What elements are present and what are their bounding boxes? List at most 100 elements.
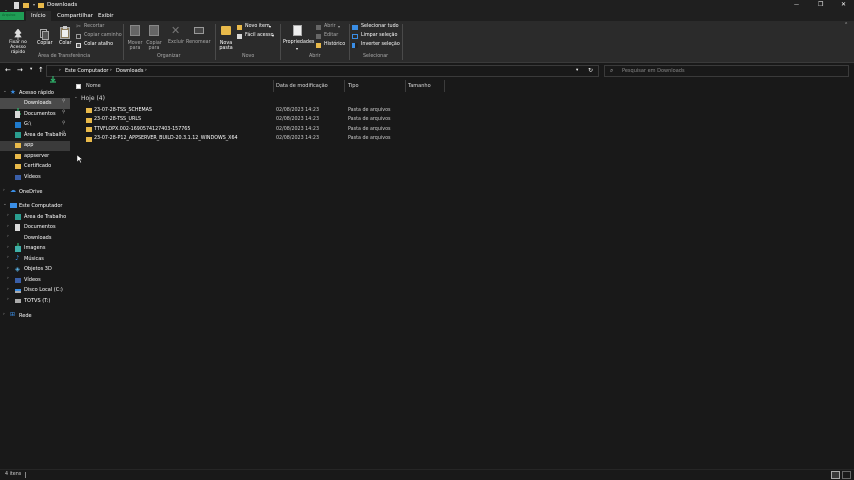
file-type: Pasta de arquivos bbox=[348, 136, 391, 141]
forward-button[interactable]: → bbox=[17, 67, 23, 74]
folder-icon bbox=[15, 143, 21, 148]
qat-dropdown-icon[interactable]: ▾ bbox=[33, 3, 35, 7]
select-all-checkbox[interactable] bbox=[76, 84, 81, 89]
refresh-icon[interactable]: ↻ bbox=[588, 68, 593, 74]
nav-item-desktop[interactable]: Área de Trabalho ⚲ bbox=[0, 130, 70, 141]
nav-item-label: Rede bbox=[19, 312, 32, 319]
table-row[interactable]: 23-07-28-TSS_URLS 02/08/2023 14:23 Pasta… bbox=[72, 116, 452, 126]
expand-chevron-icon[interactable]: › bbox=[7, 266, 9, 272]
up-button[interactable]: ↑ bbox=[38, 67, 44, 74]
table-row[interactable]: 23-07-28-TSS_SCHEMAS 02/08/2023 14:23 Pa… bbox=[72, 106, 452, 116]
nav-item-downloads[interactable]: Downloads ⚲ bbox=[0, 98, 70, 115]
search-box[interactable]: ⌕ Pesquisar em Downloads bbox=[604, 65, 849, 77]
expand-chevron-icon[interactable]: › bbox=[7, 276, 9, 282]
new-folder-qat-icon[interactable] bbox=[23, 3, 29, 8]
address-dropdown-icon[interactable]: ▾ bbox=[576, 68, 578, 74]
column-header-name[interactable]: Nome bbox=[86, 84, 101, 89]
collapse-chevron-icon[interactable]: ⌄ bbox=[74, 95, 78, 101]
properties-qat-icon[interactable] bbox=[14, 2, 19, 9]
nav-item-network[interactable]: › ⊞ Rede bbox=[0, 311, 70, 322]
nav-item-pc-videos[interactable]: › Vídeos bbox=[0, 275, 70, 286]
minimize-button[interactable]: — bbox=[794, 3, 799, 8]
breadcrumb-this-pc[interactable]: Este Computador bbox=[65, 69, 108, 74]
copy-path-button[interactable]: Copiar caminho bbox=[76, 33, 122, 41]
expand-chevron-icon[interactable]: › bbox=[7, 245, 9, 251]
nav-item-label: Certificado bbox=[24, 163, 52, 169]
folder-title-icon bbox=[38, 3, 44, 8]
column-header-size[interactable]: Tamanho bbox=[408, 84, 431, 89]
tab-view[interactable]: Exibir bbox=[98, 13, 114, 20]
expand-chevron-icon[interactable]: › bbox=[3, 188, 5, 194]
move-to-button[interactable]: Mover para bbox=[126, 24, 144, 54]
close-button[interactable]: ✕ bbox=[841, 2, 846, 8]
history-button[interactable]: Histórico bbox=[316, 42, 350, 50]
group-header-today[interactable]: ⌄ Hoje (4) bbox=[72, 94, 452, 104]
new-folder-button[interactable]: Nova pasta bbox=[218, 24, 234, 54]
breadcrumb-chevron-icon[interactable]: › bbox=[145, 68, 147, 74]
expand-chevron-icon[interactable]: › bbox=[7, 234, 9, 240]
large-icons-view-button[interactable] bbox=[842, 471, 851, 479]
properties-button[interactable]: Propriedades ▾ bbox=[283, 24, 314, 54]
new-item-button[interactable]: Novo item ▾ bbox=[237, 24, 277, 32]
column-header-type[interactable]: Tipo bbox=[348, 84, 359, 89]
nav-item-pc-downloads[interactable]: › Downloads bbox=[0, 233, 70, 250]
quick-access-item[interactable]: ⌄ ★ Acesso rápido bbox=[0, 88, 70, 98]
delete-button[interactable]: ✕ Excluir bbox=[167, 24, 185, 54]
open-button[interactable]: Abrir ▾ bbox=[316, 24, 346, 32]
nav-item-app[interactable]: app bbox=[0, 140, 70, 151]
file-name: 23-07-28-TSS_SCHEMAS bbox=[94, 107, 152, 113]
nav-item-pc-music[interactable]: › ♪ Músicas bbox=[0, 254, 70, 265]
move-to-label: Mover para bbox=[127, 41, 143, 52]
pin-quick-access-button[interactable]: Fixar no Acesso rápido bbox=[3, 24, 33, 55]
nav-item-certificado[interactable]: Certificado bbox=[0, 162, 70, 173]
nav-item-g-drive[interactable]: G:\ ⚲ bbox=[0, 120, 70, 131]
nav-item-pc-images[interactable]: › Imagens bbox=[0, 244, 70, 255]
select-all-button[interactable]: Selecionar tudo bbox=[352, 24, 400, 32]
expand-chevron-icon[interactable]: › bbox=[7, 224, 9, 230]
nav-item-pc-desktop[interactable]: › Área de Trabalho bbox=[0, 212, 70, 223]
nav-item-this-pc[interactable]: ⌄ Este Computador bbox=[0, 201, 70, 212]
expand-chevron-icon[interactable]: › bbox=[7, 287, 9, 293]
expand-chevron-icon[interactable]: › bbox=[7, 297, 9, 303]
recent-dropdown-icon[interactable]: ▾ bbox=[30, 67, 32, 73]
rename-button[interactable]: Renomear bbox=[185, 24, 213, 54]
address-bar[interactable]: › Este Computador › Downloads › ▾ ↻ bbox=[46, 65, 599, 83]
nav-item-documents[interactable]: Documentos ⚲ bbox=[0, 109, 70, 120]
nav-item-pc-documents[interactable]: › Documentos bbox=[0, 223, 70, 234]
expand-chevron-icon[interactable]: ⌄ bbox=[3, 89, 7, 95]
file-tab[interactable]: Arquivo bbox=[0, 12, 24, 20]
tab-share[interactable]: Compartilhar bbox=[57, 13, 93, 20]
invert-selection-button[interactable]: Inverter seleção bbox=[352, 42, 400, 50]
back-button[interactable]: ← bbox=[5, 67, 11, 74]
paste-shortcut-button[interactable]: Colar atalho bbox=[76, 42, 116, 50]
maximize-button[interactable]: ❐ bbox=[818, 2, 823, 8]
expand-chevron-icon[interactable]: ⌄ bbox=[3, 202, 7, 208]
breadcrumb-chevron-icon[interactable]: › bbox=[110, 68, 112, 74]
copy-to-button[interactable]: Copiar para bbox=[145, 24, 163, 54]
expand-chevron-icon[interactable]: › bbox=[7, 255, 9, 261]
expand-chevron-icon[interactable]: › bbox=[3, 312, 5, 318]
select-none-button[interactable]: Limpar seleção bbox=[352, 33, 400, 41]
column-header-date[interactable]: Data de modificação bbox=[276, 84, 328, 89]
table-row[interactable]: 23-07-28-P12_APPSERVER_BUILD-20.3.1.12_W… bbox=[72, 135, 452, 145]
nav-item-pc-totvs[interactable]: › TOTVS (T:) bbox=[0, 296, 70, 307]
ribbon-collapse-icon[interactable]: ⌃ bbox=[844, 23, 848, 28]
tab-home[interactable]: Início bbox=[26, 11, 51, 21]
copy-button[interactable]: Copiar bbox=[36, 24, 54, 52]
edit-button[interactable]: Editar bbox=[316, 33, 346, 41]
table-row[interactable]: TTVFLOPX.002-1690574127403-157765 02/08/… bbox=[72, 125, 452, 135]
nav-item-appserver[interactable]: appserver bbox=[0, 151, 70, 162]
file-name: TTVFLOPX.002-1690574127403-157765 bbox=[94, 126, 191, 132]
easy-access-button[interactable]: Fácil acesso ▾ bbox=[237, 33, 279, 41]
nav-item-videos[interactable]: Vídeos bbox=[0, 172, 70, 183]
details-view-button[interactable] bbox=[831, 471, 840, 479]
expand-chevron-icon[interactable]: › bbox=[7, 213, 9, 219]
video-icon bbox=[15, 174, 21, 180]
nav-item-pc-local-disk[interactable]: › Disco Local (C:) bbox=[0, 286, 70, 297]
nav-item-pc-3d-objects[interactable]: › ◈ Objetos 3D bbox=[0, 265, 70, 276]
breadcrumb-downloads[interactable]: Downloads bbox=[116, 69, 143, 74]
breadcrumb-chevron-icon[interactable]: › bbox=[59, 68, 61, 74]
cut-button[interactable]: ✂ Recortar bbox=[76, 24, 116, 32]
paste-button[interactable]: Colar bbox=[57, 24, 73, 52]
nav-item-onedrive[interactable]: › ☁ OneDrive bbox=[0, 187, 70, 198]
